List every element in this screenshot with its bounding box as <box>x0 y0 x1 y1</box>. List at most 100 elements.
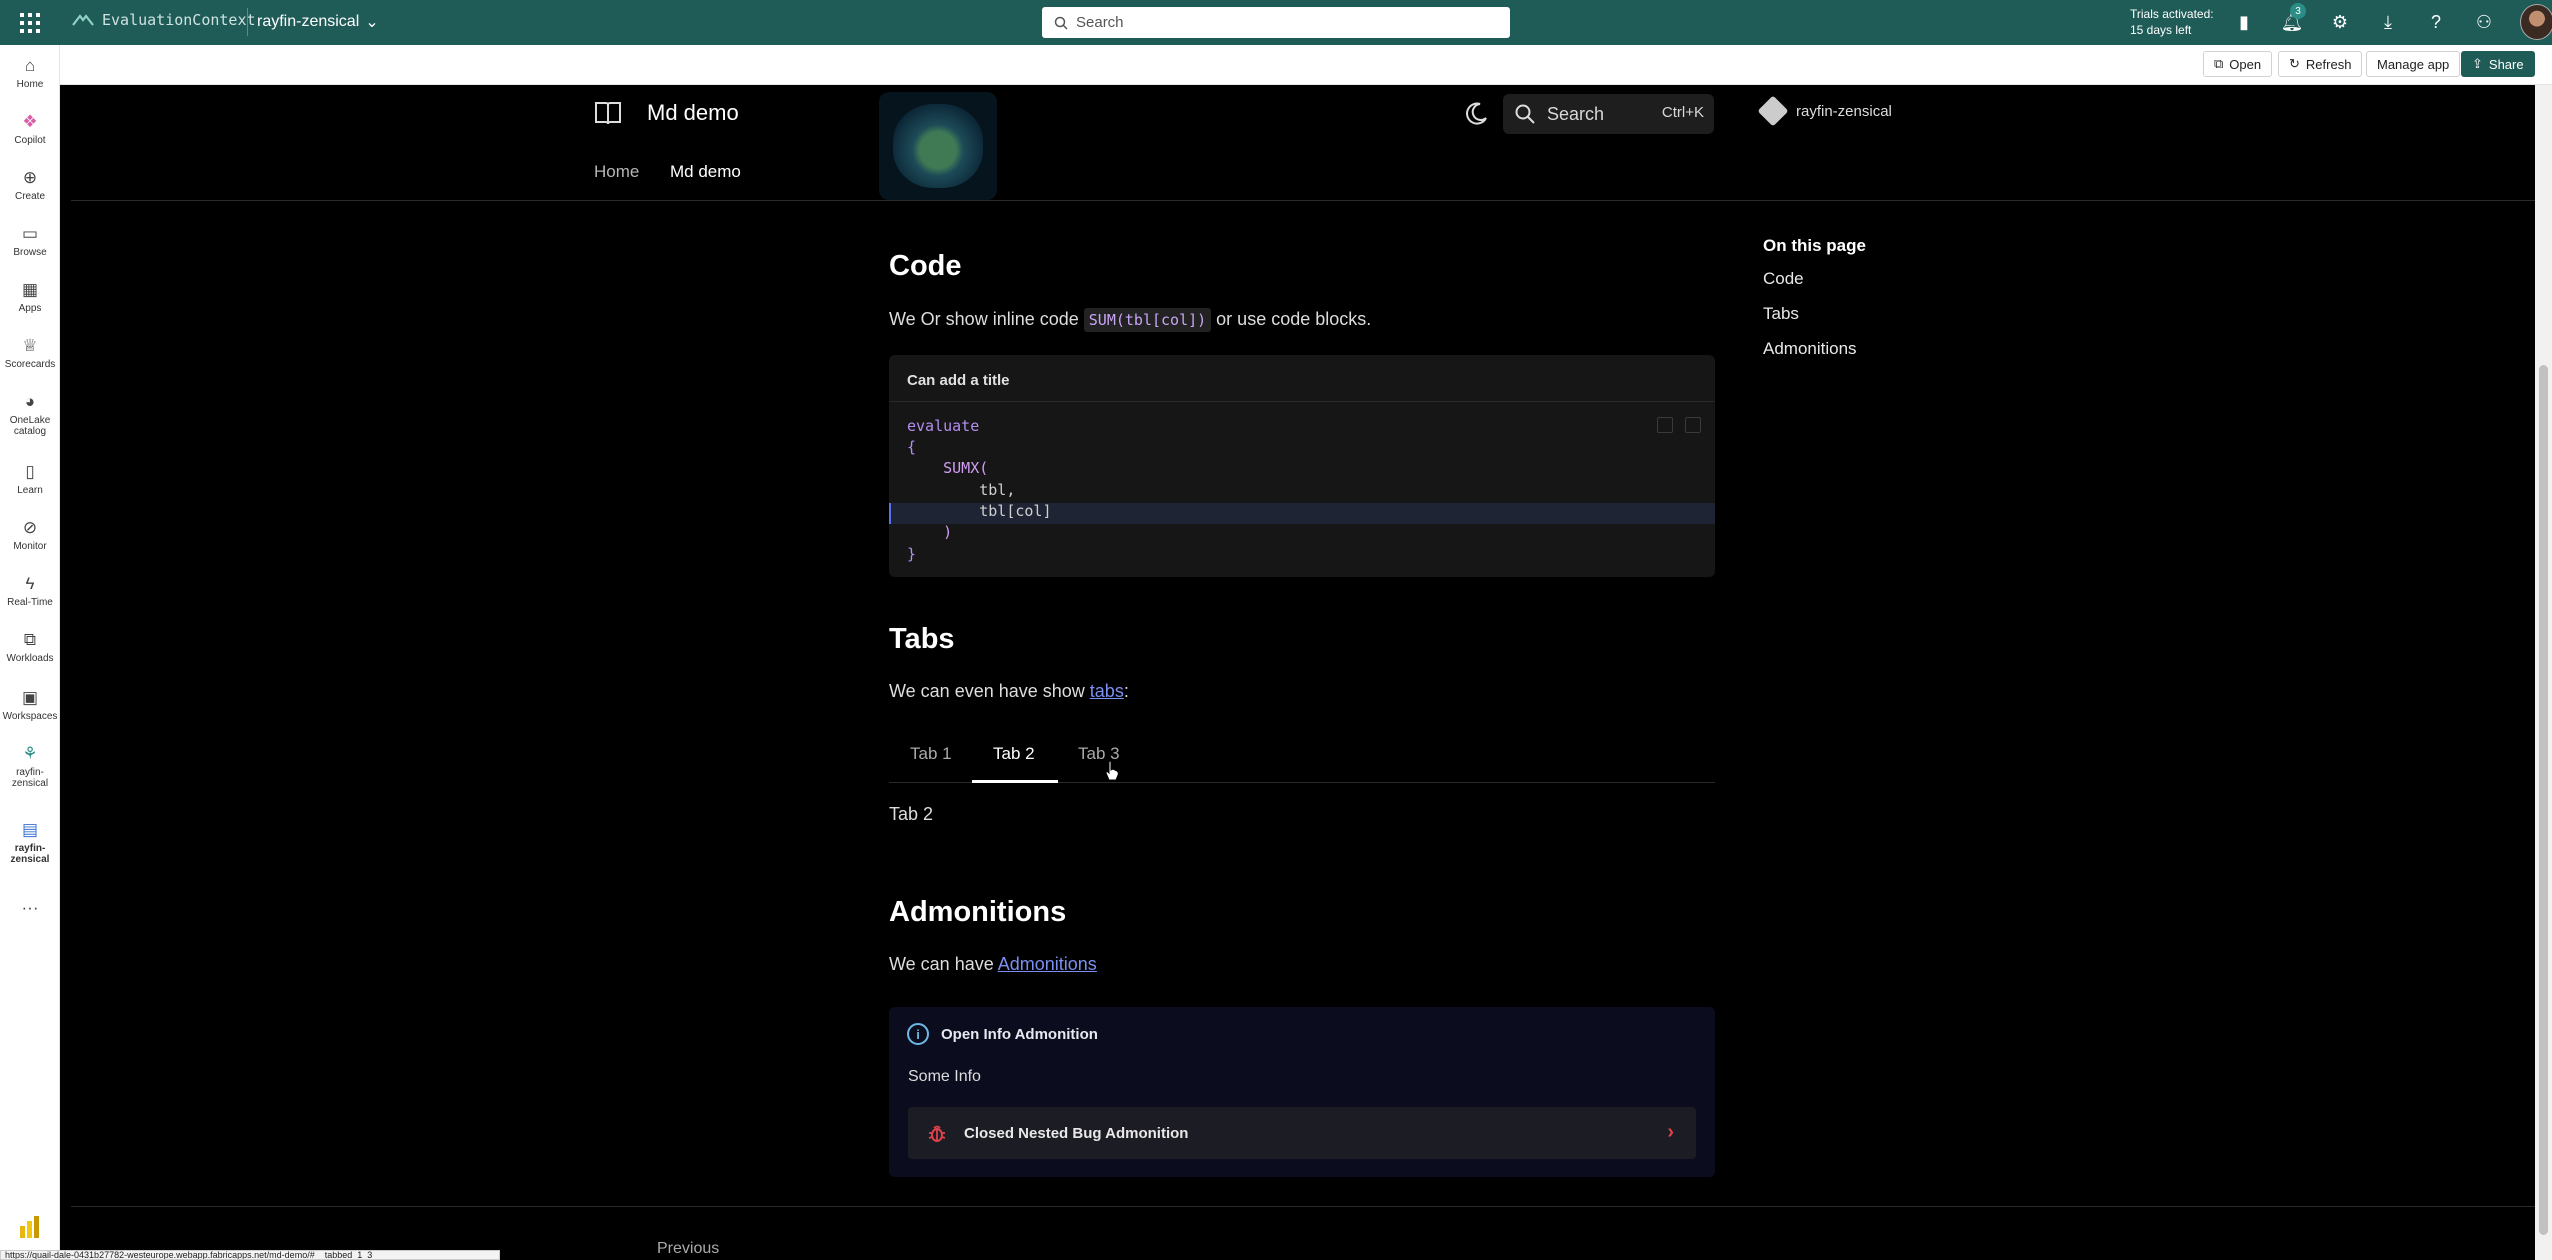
trial-status[interactable]: Trials activated: 15 days left <box>2130 6 2214 38</box>
more-icon[interactable]: ··· <box>0 895 60 921</box>
rail-item-monitor[interactable]: ⊘ Monitor <box>0 515 60 553</box>
rail-item-learn[interactable]: ▯ Learn <box>0 459 60 497</box>
share-label: Share <box>2488 56 2524 72</box>
scrollbar[interactable] <box>2535 85 2552 1260</box>
rail-item-onelake[interactable]: ◕ OneLake catalog <box>0 389 60 438</box>
lightning-icon: ϟ <box>25 573 35 593</box>
search-icon <box>1515 104 1535 124</box>
rail-label: Create <box>14 191 45 202</box>
table-of-contents: On this page Code Tabs Admonitions <box>1763 236 1866 374</box>
manage-label: Manage app <box>2377 56 2450 72</box>
rail-item-scorecards[interactable]: ♕ Scorecards <box>0 333 60 371</box>
gear-icon[interactable]: ⚙ <box>2328 10 2352 34</box>
fabric-logo-icon <box>72 14 94 26</box>
trial-days: 15 days left <box>2130 23 2192 37</box>
rail-item-realtime[interactable]: ϟ Real-Time <box>0 571 60 609</box>
refresh-label: Refresh <box>2305 56 2352 72</box>
toc-title: On this page <box>1763 236 1866 255</box>
top-actions: ▮ 🔔︎ ⚙ ⤓ ? ⚇ <box>2232 10 2496 34</box>
code-line: SUMX( <box>907 459 989 477</box>
bug-icon <box>928 1125 946 1142</box>
admonitions-link[interactable]: Admonitions <box>998 954 1097 974</box>
workspace-switcher[interactable]: rayfin-zensical ⌄ <box>257 12 379 32</box>
rail-item-workspace[interactable]: ⚘ rayfin-zensical <box>0 741 60 790</box>
global-search-input[interactable]: Search <box>1042 7 1510 38</box>
rail-label: Workspaces <box>2 711 58 722</box>
site-title[interactable]: Md demo <box>647 100 739 126</box>
code-line: } <box>907 545 917 563</box>
share-button[interactable]: ⇪ Share <box>2461 51 2535 77</box>
previous-link[interactable]: Previous <box>657 1240 719 1258</box>
info-admonition-title: Open Info Admonition <box>941 1025 1098 1043</box>
app-action-bar: ⧉ Open ↻ Refresh Manage app ⇪ Share <box>60 45 2552 85</box>
admonitions-heading: Admonitions <box>889 896 1067 928</box>
info-icon: i <box>907 1023 929 1045</box>
toc-item-code[interactable]: Code <box>1763 269 1866 289</box>
refresh-button[interactable]: ↻ Refresh <box>2278 51 2363 77</box>
share-icon: ⇪ <box>2472 56 2483 71</box>
scrollbar-thumb[interactable] <box>2539 365 2548 1235</box>
rail-item-workspaces[interactable]: ▣ Workspaces <box>0 685 60 723</box>
tabs-text-after: : <box>1123 681 1129 701</box>
rail-label: rayfin-zensical <box>10 843 50 865</box>
code-line: evaluate <box>907 417 980 435</box>
tabs-paragraph: We can even have show tabs: <box>889 681 1129 702</box>
rail-item-apps[interactable]: ▦ Apps <box>0 277 60 315</box>
open-button[interactable]: ⧉ Open <box>2203 51 2273 77</box>
tab-1[interactable]: Tab 1 <box>910 744 952 764</box>
tab-2[interactable]: Tab 2 <box>993 744 1035 764</box>
manage-app-button[interactable]: Manage app <box>2366 51 2461 77</box>
chevron-right-icon: › <box>1667 1121 1674 1143</box>
code-line: { <box>907 438 917 456</box>
monitor-icon: ⊘ <box>22 517 38 537</box>
rail-label: Real-Time <box>7 597 53 608</box>
moon-icon[interactable] <box>1463 101 1489 127</box>
notification-badge: 3 <box>2290 3 2306 19</box>
app-launcher-icon[interactable] <box>19 12 40 33</box>
book-icon[interactable] <box>594 100 622 126</box>
people-icon[interactable]: ⚇ <box>2472 10 2496 34</box>
status-url: https://quail-dale-0431b27782-westeurope… <box>0 1250 500 1260</box>
rail-item-create[interactable]: ⊕ Create <box>0 165 60 203</box>
nav-home-link[interactable]: Home <box>594 162 639 182</box>
brand[interactable]: EvaluationContext <box>72 11 256 29</box>
code-line: ) <box>907 523 953 541</box>
toc-item-tabs[interactable]: Tabs <box>1763 304 1866 324</box>
divider <box>247 8 248 36</box>
tabs-link[interactable]: tabs <box>1090 681 1124 701</box>
rail-label: Monitor <box>13 541 47 552</box>
info-admonition-header[interactable]: i Open Info Admonition <box>907 1023 1098 1045</box>
download-icon[interactable]: ⤓ <box>2376 10 2400 34</box>
code-heading: Code <box>889 250 962 282</box>
copy-icon[interactable] <box>1685 417 1701 433</box>
inline-code: SUM(tbl[col]) <box>1083 308 1212 332</box>
code-block-title: Can add a title <box>889 355 1715 402</box>
bug-admonition[interactable]: Closed Nested Bug Admonition › <box>908 1107 1696 1159</box>
rail-item-app[interactable]: ▤ rayfin-zensical <box>0 817 60 866</box>
folder-icon: ▭ <box>21 223 39 243</box>
brand-name: EvaluationContext <box>102 11 256 29</box>
workspace-icon: ⚘ <box>22 743 38 763</box>
left-rail: ⌂ Home ❖ Copilot ⊕ Create ▭ Browse ▦ Apps ♕ Sc… <box>0 45 60 1260</box>
ellipsis-icon: ··· <box>21 897 39 917</box>
nav-md-demo-link[interactable]: Md demo <box>670 162 741 182</box>
rail-item-browse[interactable]: ▭ Browse <box>0 221 60 259</box>
toc-item-admonitions[interactable]: Admonitions <box>1763 339 1866 359</box>
active-tab-indicator <box>972 780 1058 783</box>
help-icon[interactable]: ? <box>2424 10 2448 34</box>
rail-item-copilot[interactable]: ❖ Copilot <box>0 109 60 147</box>
repo-link[interactable]: rayfin-zensical <box>1757 95 1892 127</box>
rail-label: OneLake catalog <box>9 415 51 437</box>
admonitions-text: We can have <box>889 954 998 974</box>
refresh-icon: ↻ <box>2289 56 2300 71</box>
panel-icon[interactable]: ▮ <box>2232 10 2256 34</box>
rail-item-workloads[interactable]: ⧉ Workloads <box>0 627 60 665</box>
info-admonition-body: Some Info <box>908 1068 981 1085</box>
expand-icon[interactable] <box>1657 417 1673 433</box>
site-search-button[interactable]: Search Ctrl+K <box>1503 94 1714 134</box>
rail-label: Workloads <box>6 653 54 664</box>
rail-item-home[interactable]: ⌂ Home <box>0 53 60 91</box>
avatar[interactable] <box>2520 4 2552 40</box>
git-icon <box>1757 95 1789 127</box>
footer-divider <box>71 1206 2535 1207</box>
